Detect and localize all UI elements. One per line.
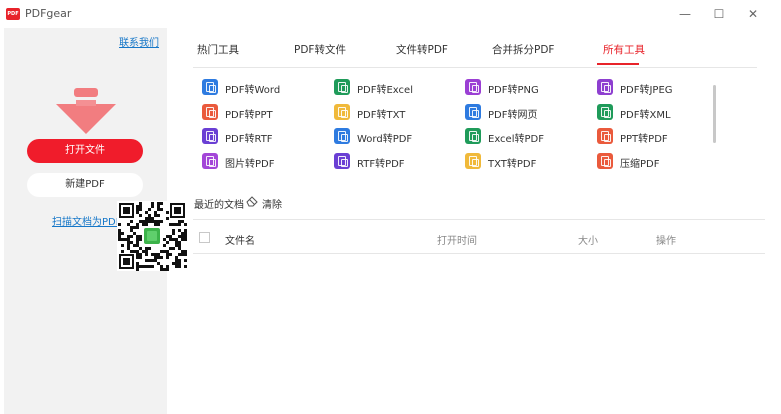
tool-tabs: 热门工具 PDF转文件 文件转PDF 合并拆分PDF 所有工具 <box>193 38 757 68</box>
tool-label: PDF转JPEG <box>620 85 673 96</box>
tool-label: PDF转RTF <box>225 134 273 145</box>
select-all-checkbox[interactable] <box>199 232 210 243</box>
pdf-to-png-icon <box>465 79 481 95</box>
eraser-icon[interactable] <box>246 196 258 207</box>
pdf-to-jpeg-icon <box>597 79 613 95</box>
pdf-to-rtf-icon <box>202 128 218 144</box>
recent-divider <box>193 219 765 220</box>
recent-table-header: 文件名 打开时间 大小 操作 <box>193 224 765 254</box>
download-arrow-icon <box>56 88 116 134</box>
tool-label: PDF转网页 <box>488 110 538 121</box>
tool-label: 图片转PDF <box>225 159 275 170</box>
close-button[interactable]: ✕ <box>740 4 766 24</box>
txt-to-pdf-icon <box>465 153 481 169</box>
pdf-to-ppt-icon <box>202 104 218 120</box>
app-logo-icon: PDF <box>6 8 20 20</box>
pdf-to-word-icon <box>202 79 218 95</box>
maximize-button[interactable]: ☐ <box>706 4 732 24</box>
tool-label: TXT转PDF <box>488 159 537 170</box>
tool-label: PDF转XML <box>620 110 671 121</box>
new-pdf-button[interactable]: 新建PDF <box>27 173 143 197</box>
app-title: PDFgear <box>25 7 72 20</box>
tab-pdf-to-file[interactable]: PDF转文件 <box>294 42 346 57</box>
tool-label: PDF转Word <box>225 85 281 96</box>
tool-label: PDF转TXT <box>357 110 406 121</box>
pdf-to-xml-icon <box>597 104 613 120</box>
tab-all-tools[interactable]: 所有工具 <box>603 42 645 57</box>
column-open-time[interactable]: 打开时间 <box>437 232 477 247</box>
tool-label: PDF转Excel <box>357 85 413 96</box>
tool-label: PDF转PNG <box>488 85 539 96</box>
title-bar: PDF PDFgear — ☐ ✕ <box>0 0 781 28</box>
open-file-button[interactable]: 打开文件 <box>27 139 143 163</box>
pdf-to-excel-icon <box>334 79 350 95</box>
ppt-to-pdf-icon <box>597 128 613 144</box>
pdf-to-txt-icon <box>334 104 350 120</box>
contact-us-link[interactable]: 联系我们 <box>119 34 159 49</box>
compress-pdf-icon <box>597 153 613 169</box>
pdf-to-html-icon <box>465 104 481 120</box>
column-actions: 操作 <box>656 236 676 247</box>
tab-file-to-pdf[interactable]: 文件转PDF <box>396 42 448 57</box>
image-to-pdf-icon <box>202 153 218 169</box>
tool-label: RTF转PDF <box>357 159 405 170</box>
scan-to-pdf-link[interactable]: 扫描文档为PDF <box>52 213 121 228</box>
tool-label: PDF转PPT <box>225 110 273 121</box>
tab-popular-tools[interactable]: 热门工具 <box>197 42 239 57</box>
tool-label: PPT转PDF <box>620 134 668 145</box>
tab-merge-split-pdf[interactable]: 合并拆分PDF <box>492 42 554 57</box>
minimize-button[interactable]: — <box>672 4 698 24</box>
column-file-name[interactable]: 文件名 <box>225 232 255 247</box>
tool-label: Excel转PDF <box>488 134 544 145</box>
excel-to-pdf-icon <box>465 128 481 144</box>
active-tab-indicator <box>597 63 639 65</box>
column-size[interactable]: 大小 <box>578 232 598 247</box>
clear-recent-button[interactable]: 清除 <box>262 196 282 211</box>
word-to-pdf-icon <box>334 128 350 144</box>
rtf-to-pdf-icon <box>334 153 350 169</box>
tool-label: Word转PDF <box>357 134 413 145</box>
qr-code-icon <box>117 201 187 271</box>
tools-scrollbar[interactable] <box>713 85 716 143</box>
tool-label: 压缩PDF <box>620 159 660 170</box>
recent-documents-title: 最近的文档 <box>194 200 244 211</box>
